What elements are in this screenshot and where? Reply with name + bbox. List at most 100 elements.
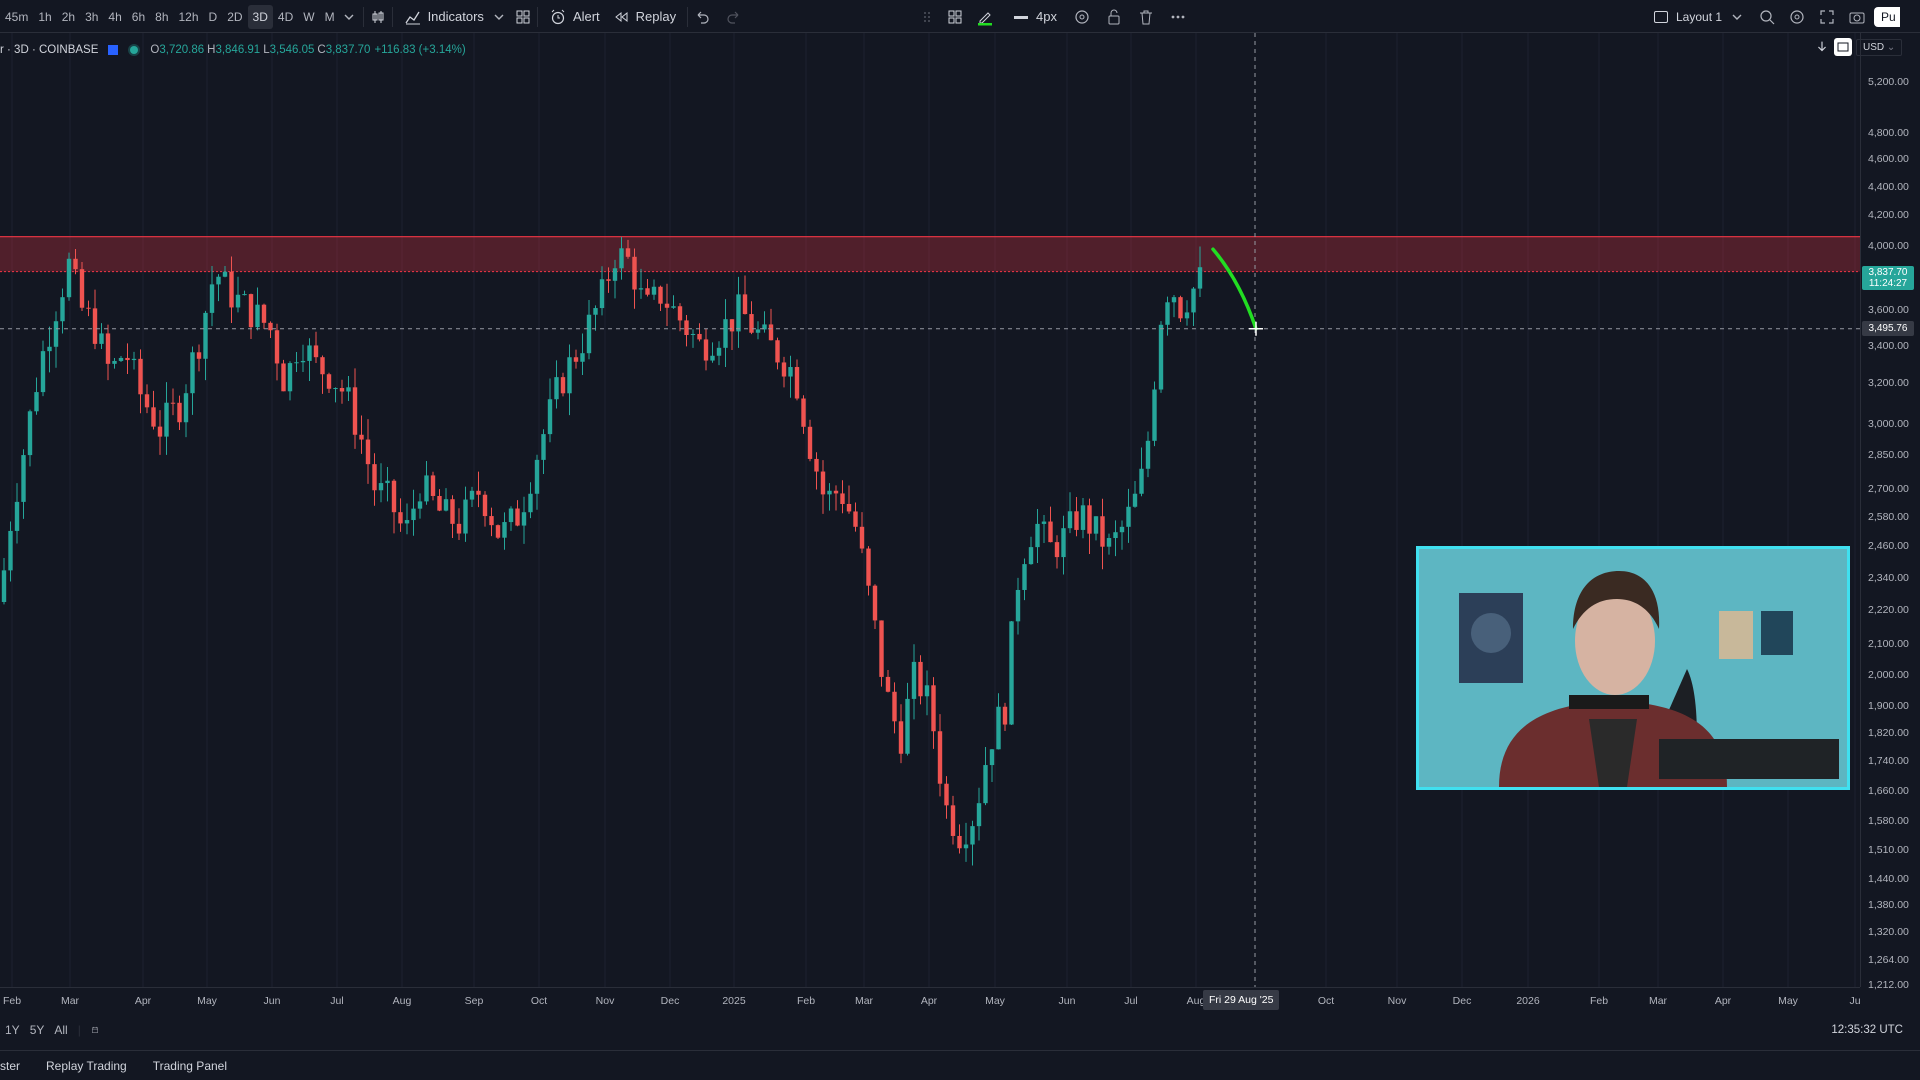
candle-body [1,570,7,602]
timeframe-8h[interactable]: 8h [150,5,173,29]
chevron-down-icon[interactable] [1728,8,1746,26]
chart-options-icon[interactable] [1834,38,1852,56]
candle-body [781,362,787,377]
candle-body [151,407,156,427]
timeframe-45m[interactable]: 45m [0,5,33,29]
indicators-button[interactable]: Indicators [398,4,490,30]
quick-search-icon[interactable] [1758,8,1776,26]
drag-handle-icon[interactable] [918,8,936,26]
symbol-title[interactable]: r · 3D · COINBASE [0,44,98,56]
candle-body [417,501,423,509]
candle-body [216,276,221,285]
alert-button[interactable]: Alert [543,4,606,30]
candle-body [112,360,117,364]
timeframe-m[interactable]: M [320,5,340,29]
timeframe-6h[interactable]: 6h [127,5,150,29]
layout-button[interactable]: Layout 1 [1670,4,1728,30]
candlestick-chart[interactable] [0,33,1860,987]
timeframe-2d[interactable]: 2D [222,5,247,29]
publish-button[interactable]: Pu [1874,6,1900,27]
candle-body [625,248,631,257]
time-axis-label: Oct [1317,995,1335,1007]
timeframe-d[interactable]: D [204,5,223,29]
chart-pane[interactable] [0,33,1860,987]
price-axis-label: 2,460.00 [1868,540,1909,552]
lock-icon[interactable] [1105,8,1123,26]
candle-body [450,499,455,524]
layout-icon[interactable] [1652,8,1670,26]
candle-body [677,306,683,321]
timeframe-4h[interactable]: 4h [103,5,126,29]
trash-icon[interactable] [1137,8,1155,26]
timeframe-12h[interactable]: 12h [174,5,204,29]
timeframe-2h[interactable]: 2h [57,5,80,29]
crosshair-cursor [1249,321,1263,336]
calendar-icon[interactable] [86,1021,104,1039]
candle-body [807,426,813,459]
tab-replay-trading[interactable]: Replay Trading [33,1059,140,1073]
camera-icon[interactable] [1848,8,1866,26]
candle-body [736,294,741,332]
candle-body [749,314,754,333]
candle-body [1165,302,1170,325]
time-axis[interactable]: Feb Mar Apr May Jun Jul Aug Sep Oct Nov Dec 2025 Feb… [0,987,1861,1013]
divider [362,6,364,27]
candle-body [1028,547,1034,565]
flag-icon[interactable] [108,45,119,55]
price-axis-label: 2,100.00 [1868,638,1909,650]
pencil-color-icon[interactable] [976,8,994,26]
templates-icon[interactable] [514,8,532,26]
utc-clock[interactable]: 12:35:32 UTC [1826,1016,1908,1044]
candle-body [47,346,52,352]
close-value: 3,837.70 [325,44,371,56]
candle-body [703,339,709,361]
price-axis-label: 1,320.00 [1868,926,1909,938]
price-axis-label: 2,850.00 [1868,449,1909,461]
fullscreen-icon[interactable] [1818,8,1836,26]
timeframe-4d[interactable]: 4D [273,5,298,29]
replay-label: Replay [635,9,677,24]
chevron-down-icon[interactable] [490,8,508,26]
layout-label: Layout 1 [1676,9,1723,24]
range-5y[interactable]: 5Y [25,1023,50,1037]
candle-body [1015,589,1021,622]
candle-body [521,512,527,526]
timeframe-1h[interactable]: 1h [33,5,56,29]
range-all[interactable]: All [49,1023,72,1037]
download-arrow-icon[interactable] [1814,39,1830,55]
settings-icon[interactable] [1073,8,1091,26]
high-value: 3,846.91 [215,44,261,56]
tab-screener[interactable]: ster [0,1059,33,1073]
redo-icon[interactable] [725,8,743,26]
timeframe-w[interactable]: W [298,5,319,29]
timeframe-3h[interactable]: 3h [80,5,103,29]
chevron-up-icon[interactable] [1854,1057,1880,1075]
candle-body [183,393,189,423]
timeframe-3d[interactable]: 3D [247,4,273,29]
chevron-down-icon[interactable] [340,8,358,26]
currency-label: USD [1863,41,1885,53]
undo-icon[interactable] [693,8,711,26]
currency-selector[interactable]: USD ⌄ [1856,38,1903,56]
price-axis-label: 4,000.00 [1868,240,1909,252]
more-icon[interactable] [1169,8,1187,26]
range-1y[interactable]: 1Y [0,1023,25,1037]
price-axis[interactable]: 5,200.00 4,800.00 4,600.00 4,400.00 4,200.00… [1860,33,1920,991]
candle-body [352,387,358,435]
candle-body [203,312,208,359]
maximize-panel-icon[interactable] [1884,1057,1910,1075]
replay-button[interactable]: Replay [606,4,682,30]
candle-body [209,284,215,313]
gear-icon[interactable] [1788,8,1806,26]
candle-body [729,319,735,332]
candle-body [833,490,839,494]
object-tree-icon[interactable] [946,8,964,26]
line-width-button[interactable]: 4px [1006,4,1063,30]
candle-body [86,307,91,309]
time-axis-label: Mar [1648,995,1668,1007]
tab-trading-panel[interactable]: Trading Panel [140,1059,240,1073]
candle-body [567,357,572,394]
candle-body [287,363,293,392]
candle-style-icon[interactable] [369,8,387,26]
price-axis-label: 3,400.00 [1868,340,1909,352]
